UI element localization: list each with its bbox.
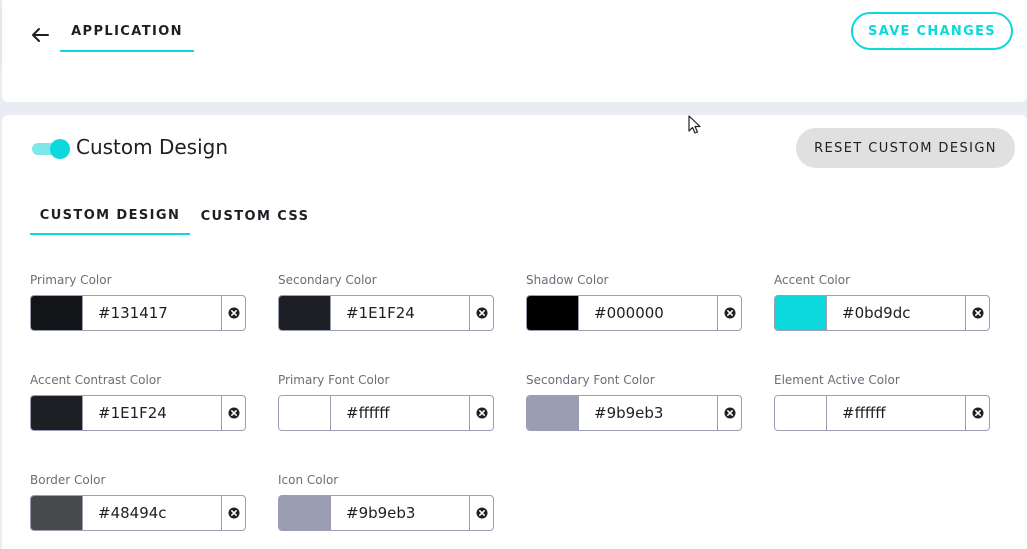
clear-icon[interactable] (222, 496, 245, 530)
top-bar: APPLICATION SAVE CHANGES (2, 0, 1027, 64)
color-input-box: #000000 (526, 295, 742, 331)
color-field-label: Primary Color (30, 273, 112, 287)
color-value-input[interactable]: #131417 (83, 296, 222, 330)
color-field: Shadow Color #000000 (526, 272, 742, 331)
color-input-box: #ffffff (774, 395, 990, 431)
color-swatch[interactable] (775, 396, 827, 430)
color-swatch[interactable] (31, 496, 83, 530)
sub-bar (2, 64, 1027, 102)
color-field-label: Secondary Font Color (526, 373, 655, 387)
color-swatch[interactable] (527, 396, 579, 430)
color-field-label: Secondary Color (278, 273, 377, 287)
clear-icon[interactable] (718, 296, 741, 330)
tab-custom-css[interactable]: CUSTOM CSS (192, 197, 318, 235)
tab-application[interactable]: APPLICATION (60, 0, 194, 52)
tab-custom-design[interactable]: CUSTOM DESIGN (30, 197, 190, 235)
color-field-label: Element Active Color (774, 373, 900, 387)
custom-design-panel: Custom Design RESET CUSTOM DESIGN CUSTOM… (2, 115, 1027, 549)
mouse-cursor-icon (688, 115, 702, 139)
reset-custom-design-button[interactable]: RESET CUSTOM DESIGN (796, 128, 1015, 168)
color-value-input[interactable]: #000000 (579, 296, 718, 330)
color-value-input[interactable]: #1E1F24 (83, 396, 222, 430)
color-swatch[interactable] (527, 296, 579, 330)
color-input-box: #9b9eb3 (278, 495, 494, 531)
color-field: Secondary Font Color #9b9eb3 (526, 372, 742, 431)
color-field: Icon Color #9b9eb3 (278, 472, 494, 531)
color-field-label: Primary Font Color (278, 373, 390, 387)
color-swatch[interactable] (31, 296, 83, 330)
color-value-input[interactable]: #1E1F24 (331, 296, 470, 330)
color-input-box: #9b9eb3 (526, 395, 742, 431)
color-value-input[interactable]: #ffffff (827, 396, 966, 430)
color-value-input[interactable]: #9b9eb3 (331, 496, 470, 530)
color-field-label: Border Color (30, 473, 106, 487)
color-swatch[interactable] (279, 496, 331, 530)
color-field-label: Icon Color (278, 473, 339, 487)
color-value-input[interactable]: #ffffff (331, 396, 470, 430)
color-swatch[interactable] (31, 396, 83, 430)
color-field: Primary Color #131417 (30, 272, 246, 331)
color-input-box: #1E1F24 (278, 295, 494, 331)
color-field: Secondary Color #1E1F24 (278, 272, 494, 331)
clear-icon[interactable] (222, 296, 245, 330)
color-value-input[interactable]: #0bd9dc (827, 296, 966, 330)
color-input-box: #ffffff (278, 395, 494, 431)
color-swatch[interactable] (775, 296, 827, 330)
clear-icon[interactable] (966, 296, 989, 330)
color-swatch[interactable] (279, 296, 331, 330)
clear-icon[interactable] (470, 296, 493, 330)
color-field: Element Active Color #ffffff (774, 372, 990, 431)
color-field-label: Accent Contrast Color (30, 373, 162, 387)
color-input-box: #131417 (30, 295, 246, 331)
color-value-input[interactable]: #9b9eb3 (579, 396, 718, 430)
color-input-box: #48494c (30, 495, 246, 531)
save-changes-button[interactable]: SAVE CHANGES (851, 12, 1013, 50)
color-field: Accent Contrast Color #1E1F24 (30, 372, 246, 431)
color-field: Border Color #48494c (30, 472, 246, 531)
color-input-box: #0bd9dc (774, 295, 990, 331)
toggle-knob (50, 139, 70, 159)
color-swatch[interactable] (279, 396, 331, 430)
clear-icon[interactable] (470, 496, 493, 530)
section-title: Custom Design (76, 135, 229, 159)
color-field-label: Accent Color (774, 273, 851, 287)
color-value-input[interactable]: #48494c (83, 496, 222, 530)
color-field: Accent Color #0bd9dc (774, 272, 990, 331)
custom-design-toggle[interactable] (32, 139, 72, 159)
color-field: Primary Font Color #ffffff (278, 372, 494, 431)
clear-icon[interactable] (470, 396, 493, 430)
clear-icon[interactable] (222, 396, 245, 430)
clear-icon[interactable] (966, 396, 989, 430)
back-arrow-icon[interactable] (28, 24, 52, 46)
color-field-label: Shadow Color (526, 273, 609, 287)
color-input-box: #1E1F24 (30, 395, 246, 431)
clear-icon[interactable] (718, 396, 741, 430)
